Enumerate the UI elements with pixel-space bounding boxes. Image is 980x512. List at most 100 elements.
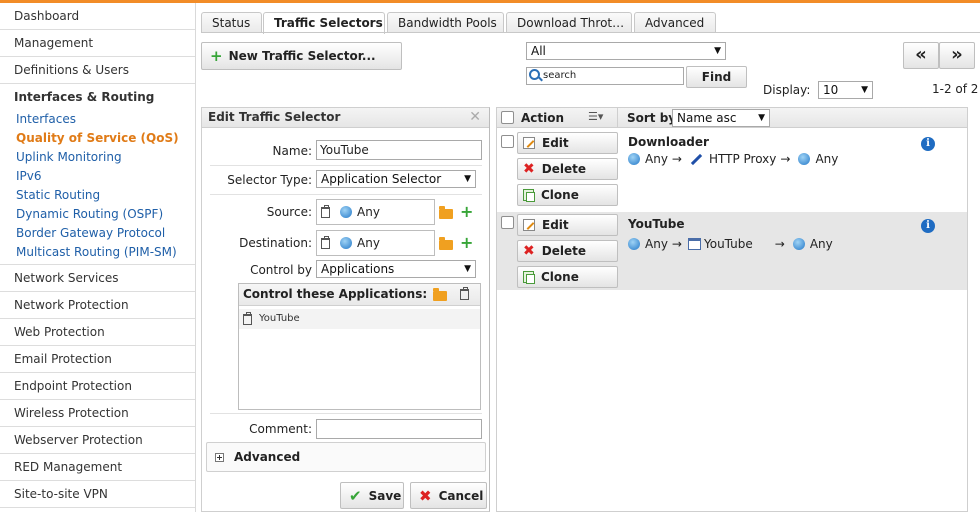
trash-icon[interactable] — [321, 235, 330, 249]
sidebar-item-interfaces-routing[interactable]: Interfaces & Routing — [0, 84, 195, 110]
select-all-checkbox[interactable] — [501, 111, 514, 124]
destination-drop-box[interactable]: Any — [316, 230, 435, 256]
clone-icon — [523, 189, 535, 202]
clone-label: Clone — [541, 270, 579, 284]
search-input[interactable]: search — [526, 67, 684, 85]
row-source: Any — [645, 152, 668, 166]
new-traffic-selector-button[interactable]: + New Traffic Selector... — [201, 42, 402, 70]
sidebar-item-red-management[interactable]: RED Management — [0, 454, 195, 481]
sidebar-item-email-protection[interactable]: Email Protection — [0, 346, 195, 373]
comment-label: Comment: — [249, 422, 312, 436]
edit-button[interactable]: Edit — [517, 214, 618, 236]
row-destination: Any — [815, 152, 839, 166]
sidebar-subitem-qos[interactable]: Quality of Service (QoS) — [0, 129, 195, 148]
sidebar-item-endpoint-protection[interactable]: Endpoint Protection — [0, 373, 195, 400]
tab-traffic-selectors[interactable]: Traffic Selectors — [263, 12, 385, 34]
sidebar-item-wireless-protection[interactable]: Wireless Protection — [0, 400, 195, 427]
edit-button[interactable]: Edit — [517, 132, 618, 154]
trash-icon[interactable] — [321, 204, 330, 218]
clone-label: Clone — [541, 188, 579, 202]
sidebar-subitem-uplink-monitoring[interactable]: Uplink Monitoring — [0, 148, 195, 167]
sidebar-item-dashboard[interactable]: Dashboard — [0, 3, 195, 30]
tab-bandwidth-pools[interactable]: Bandwidth Pools — [387, 12, 504, 33]
tab-divider — [201, 32, 980, 33]
selector-type-label: Selector Type: — [227, 173, 312, 187]
cancel-button[interactable]: ✖ Cancel — [410, 482, 487, 509]
tab-status[interactable]: Status — [201, 12, 262, 33]
comment-input[interactable] — [316, 419, 482, 439]
delete-button[interactable]: ✖ Delete — [517, 240, 618, 262]
close-icon[interactable]: ✕ — [469, 108, 481, 127]
row-flow: Any → HTTP Proxy → Any — [628, 152, 838, 166]
info-icon[interactable]: i — [921, 219, 935, 233]
globe-icon — [340, 237, 352, 249]
control-by-select[interactable]: Applications ▼ — [316, 260, 476, 278]
sidebar-subitem-ospf[interactable]: Dynamic Routing (OSPF) — [0, 205, 195, 224]
sidebar-subitem-bgp[interactable]: Border Gateway Protocol — [0, 224, 195, 243]
delete-label: Delete — [541, 244, 586, 258]
clone-button[interactable]: Clone — [517, 184, 618, 206]
page-info: 1-2 of 2 — [932, 82, 979, 96]
filter-select[interactable]: All ▼ — [526, 42, 726, 60]
chevron-down-icon: ▼ — [464, 174, 471, 184]
column-menu-icon[interactable]: ☰▾ — [588, 110, 603, 123]
sidebar-item-definitions-users[interactable]: Definitions & Users — [0, 57, 195, 84]
sidebar-subitem-multicast[interactable]: Multicast Routing (PIM-SM) — [0, 243, 195, 262]
sort-value: Name asc — [677, 111, 737, 125]
list-header: Action ☰▾ Sort by: Name asc ▼ — [497, 108, 967, 128]
sidebar-item-management[interactable]: Management — [0, 30, 195, 57]
table-row: Edit ✖ Delete Clone Downloader Any → HTT… — [497, 132, 967, 210]
folder-icon[interactable] — [433, 288, 447, 301]
applications-list-header: Control these Applications: — [239, 284, 480, 306]
globe-icon — [792, 238, 805, 250]
selector-type-select[interactable]: Application Selector ▼ — [316, 170, 476, 188]
tab-advanced[interactable]: Advanced — [634, 12, 716, 33]
globe-icon — [798, 153, 811, 165]
sidebar-item-site-to-site-vpn[interactable]: Site-to-site VPN — [0, 481, 195, 508]
info-icon[interactable]: i — [921, 137, 935, 151]
source-drop-box[interactable]: Any — [316, 199, 435, 225]
expand-icon[interactable] — [215, 452, 224, 462]
folder-icon[interactable] — [439, 206, 453, 219]
sidebar-item-network-protection[interactable]: Network Protection — [0, 292, 195, 319]
arrow-right-icon: → — [774, 237, 785, 251]
divider — [210, 413, 482, 414]
display-count-select[interactable]: 10 ▼ — [818, 81, 873, 99]
delete-button[interactable]: ✖ Delete — [517, 158, 618, 180]
add-source-icon[interactable]: + — [460, 204, 473, 220]
previous-page-button[interactable]: « — [903, 42, 939, 69]
add-destination-icon[interactable]: + — [460, 235, 473, 251]
sidebar-item-web-protection[interactable]: Web Protection — [0, 319, 195, 346]
trash-icon[interactable] — [243, 311, 252, 325]
row-source: Any — [645, 237, 668, 251]
row-title[interactable]: YouTube — [628, 217, 685, 231]
sort-select[interactable]: Name asc ▼ — [672, 109, 770, 127]
row-title[interactable]: Downloader — [628, 135, 709, 149]
folder-icon[interactable] — [439, 237, 453, 250]
trash-icon[interactable] — [460, 287, 469, 300]
row-checkbox[interactable] — [501, 135, 514, 148]
advanced-section[interactable]: Advanced — [206, 442, 486, 472]
tab-download-throttling[interactable]: Download Throt… — [506, 12, 632, 33]
row-service: HTTP Proxy — [708, 152, 777, 166]
next-page-button[interactable]: » — [939, 42, 975, 69]
edit-panel-header: Edit Traffic Selector ✕ — [202, 108, 489, 128]
find-button[interactable]: Find — [686, 66, 747, 88]
close-icon: ✖ — [419, 486, 432, 505]
delete-icon: ✖ — [523, 161, 535, 177]
divider — [210, 194, 482, 195]
sidebar-subitem-ipv6[interactable]: IPv6 — [0, 167, 195, 186]
sidebar-subitem-interfaces[interactable]: Interfaces — [0, 110, 195, 129]
save-button[interactable]: ✔ Save — [340, 482, 404, 509]
name-input[interactable]: YouTube — [316, 140, 482, 160]
list-item[interactable]: YouTube — [239, 309, 480, 329]
globe-icon — [340, 206, 352, 218]
display-label: Display: — [763, 83, 811, 97]
row-checkbox[interactable] — [501, 216, 514, 229]
new-traffic-selector-label: New Traffic Selector... — [228, 49, 376, 63]
sidebar-item-network-services[interactable]: Network Services — [0, 265, 195, 292]
edit-panel-title: Edit Traffic Selector — [208, 110, 341, 124]
sidebar-subitem-static-routing[interactable]: Static Routing — [0, 186, 195, 205]
sidebar-item-webserver-protection[interactable]: Webserver Protection — [0, 427, 195, 454]
clone-button[interactable]: Clone — [517, 266, 618, 288]
